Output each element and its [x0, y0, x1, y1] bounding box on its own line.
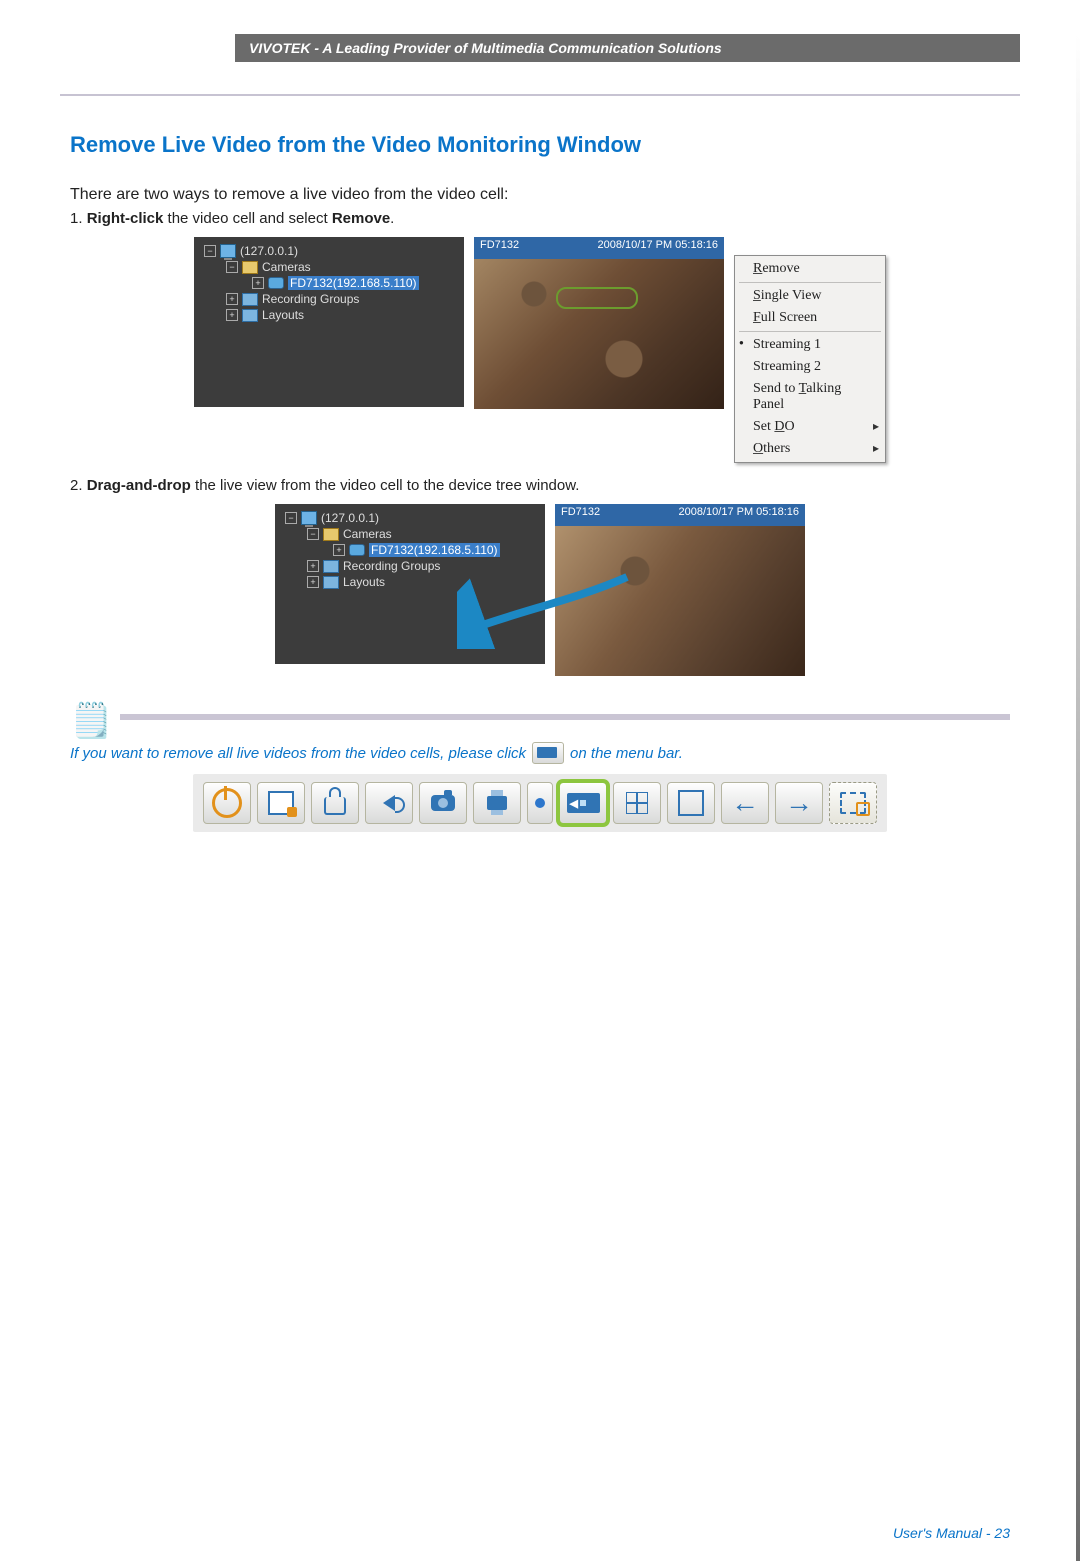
toolbar: ◀ ← → — [193, 774, 887, 832]
folder-icon — [323, 528, 339, 541]
recording-icon — [268, 791, 294, 815]
menu-item-send-to-talking-panel[interactable]: Send to Talking Panel — [735, 378, 885, 416]
folder-icon — [323, 576, 339, 589]
menu-item-full-screen[interactable]: Full Screen — [735, 307, 885, 329]
arrow-right-icon: → — [785, 789, 813, 817]
tip-before-text: If you want to remove all live videos fr… — [70, 745, 526, 762]
tree-camera-item: FD7132(192.168.5.110) — [288, 276, 419, 290]
camera-icon — [431, 795, 455, 811]
computer-icon — [301, 511, 317, 525]
folder-icon — [242, 293, 258, 306]
toolbar-lock-button[interactable] — [311, 782, 359, 824]
tree-layouts: Layouts — [343, 575, 385, 589]
device-config-icon — [840, 792, 866, 814]
tree-cameras-label: Cameras — [262, 260, 311, 274]
fullscreen-icon — [678, 790, 704, 816]
camera-icon — [349, 544, 365, 556]
header: VIVOTEK - A Leading Provider of Multimed… — [0, 34, 1080, 94]
collapse-icon: − — [226, 261, 238, 273]
menu-separator — [739, 282, 881, 283]
menu-item-streaming-2[interactable]: Streaming 2 — [735, 356, 885, 378]
speaker-icon — [383, 795, 395, 811]
note-divider: 🗒️ — [70, 700, 1010, 734]
toolbar-snapshot-button[interactable] — [419, 782, 467, 824]
toolbar-print-button[interactable] — [473, 782, 521, 824]
record-dot-icon — [535, 798, 545, 808]
lock-icon — [324, 797, 346, 815]
expand-icon: + — [226, 293, 238, 305]
expand-icon: + — [307, 576, 319, 588]
device-tree-panel: −(127.0.0.1) −Cameras +FD7132(192.168.5.… — [275, 504, 545, 664]
step-2: 2. Drag-and-drop the live view from the … — [70, 477, 1010, 494]
section-title: Remove Live Video from the Video Monitor… — [70, 132, 1010, 158]
note-bar — [120, 714, 1010, 720]
expand-icon: + — [252, 277, 264, 289]
header-brand-text: VIVOTEK - A Leading Provider of Multimed… — [249, 40, 722, 56]
expand-icon: + — [226, 309, 238, 321]
remove-all-icon — [532, 742, 564, 764]
folder-icon — [242, 261, 258, 274]
video-cell: FD7132 2008/10/17 PM 05:18:16 — [555, 504, 805, 676]
toolbar-layout-button[interactable] — [613, 782, 661, 824]
menu-separator — [739, 331, 881, 332]
tip-line: If you want to remove all live videos fr… — [70, 742, 1010, 764]
menu-item-single-view[interactable]: Single View — [735, 285, 885, 307]
tree-recording-groups: Recording Groups — [262, 292, 359, 306]
collapse-icon: − — [204, 245, 216, 257]
grid-layout-icon — [626, 792, 648, 814]
toolbar-device-config-button[interactable] — [829, 782, 877, 824]
expand-icon: + — [333, 544, 345, 556]
tree-recording-groups: Recording Groups — [343, 559, 440, 573]
tree-layouts: Layouts — [262, 308, 304, 322]
tree-root-label: (127.0.0.1) — [321, 511, 379, 525]
folder-icon — [242, 309, 258, 322]
toolbar-recording-button[interactable] — [257, 782, 305, 824]
toolbar-record-dot-button[interactable] — [527, 782, 553, 824]
tip-after-text: on the menu bar. — [570, 745, 683, 762]
menu-item-set-do[interactable]: Set DO — [735, 416, 885, 438]
tree-camera-item: FD7132(192.168.5.110) — [369, 543, 500, 557]
tree-cameras-label: Cameras — [343, 527, 392, 541]
menu-item-others[interactable]: Others — [735, 438, 885, 460]
expand-icon: + — [307, 560, 319, 572]
camera-icon — [268, 277, 284, 289]
remove-highlight — [556, 287, 638, 309]
note-icon: 🗒️ — [70, 704, 112, 738]
arrow-left-icon: ← — [731, 789, 759, 817]
lead-text: There are two ways to remove a live vide… — [70, 186, 1010, 204]
context-menu: Remove Single View Full Screen Streaming… — [734, 255, 886, 463]
device-tree-panel: −(127.0.0.1) −Cameras +FD7132(192.168.5.… — [194, 237, 464, 407]
collapse-icon: − — [307, 528, 319, 540]
power-icon — [212, 788, 242, 818]
toolbar-next-button[interactable]: → — [775, 782, 823, 824]
video-thumbnail — [474, 259, 724, 409]
menu-item-streaming-1[interactable]: Streaming 1 — [735, 334, 885, 356]
video-cell: FD7132 2008/10/17 PM 05:18:16 — [474, 237, 724, 409]
toolbar-audio-button[interactable] — [365, 782, 413, 824]
video-timestamp: 2008/10/17 PM 05:18:16 — [679, 506, 799, 524]
printer-icon — [487, 796, 507, 810]
header-bar: VIVOTEK - A Leading Provider of Multimed… — [235, 34, 1020, 62]
footer-text: User's Manual - 23 — [893, 1525, 1010, 1541]
page-edge-gradient — [1076, 34, 1080, 1561]
toolbar-remove-all-button[interactable]: ◀ — [559, 782, 607, 824]
toolbar-prev-button[interactable]: ← — [721, 782, 769, 824]
remove-all-videos-icon: ◀ — [567, 793, 600, 813]
computer-icon — [220, 244, 236, 258]
step-1: 1. Right-click the video cell and select… — [70, 210, 1010, 227]
folder-icon — [323, 560, 339, 573]
toolbar-power-button[interactable] — [203, 782, 251, 824]
toolbar-figure: ◀ ← → — [70, 774, 1010, 832]
tree-root-label: (127.0.0.1) — [240, 244, 298, 258]
collapse-icon: − — [285, 512, 297, 524]
video-camera-name: FD7132 — [561, 506, 600, 524]
video-thumbnail — [555, 526, 805, 676]
menu-item-remove[interactable]: Remove — [735, 258, 885, 280]
video-timestamp: 2008/10/17 PM 05:18:16 — [598, 239, 718, 257]
figure-1: −(127.0.0.1) −Cameras +FD7132(192.168.5.… — [194, 237, 886, 463]
toolbar-fullscreen-button[interactable] — [667, 782, 715, 824]
figure-2: −(127.0.0.1) −Cameras +FD7132(192.168.5.… — [275, 504, 805, 676]
video-camera-name: FD7132 — [480, 239, 519, 257]
